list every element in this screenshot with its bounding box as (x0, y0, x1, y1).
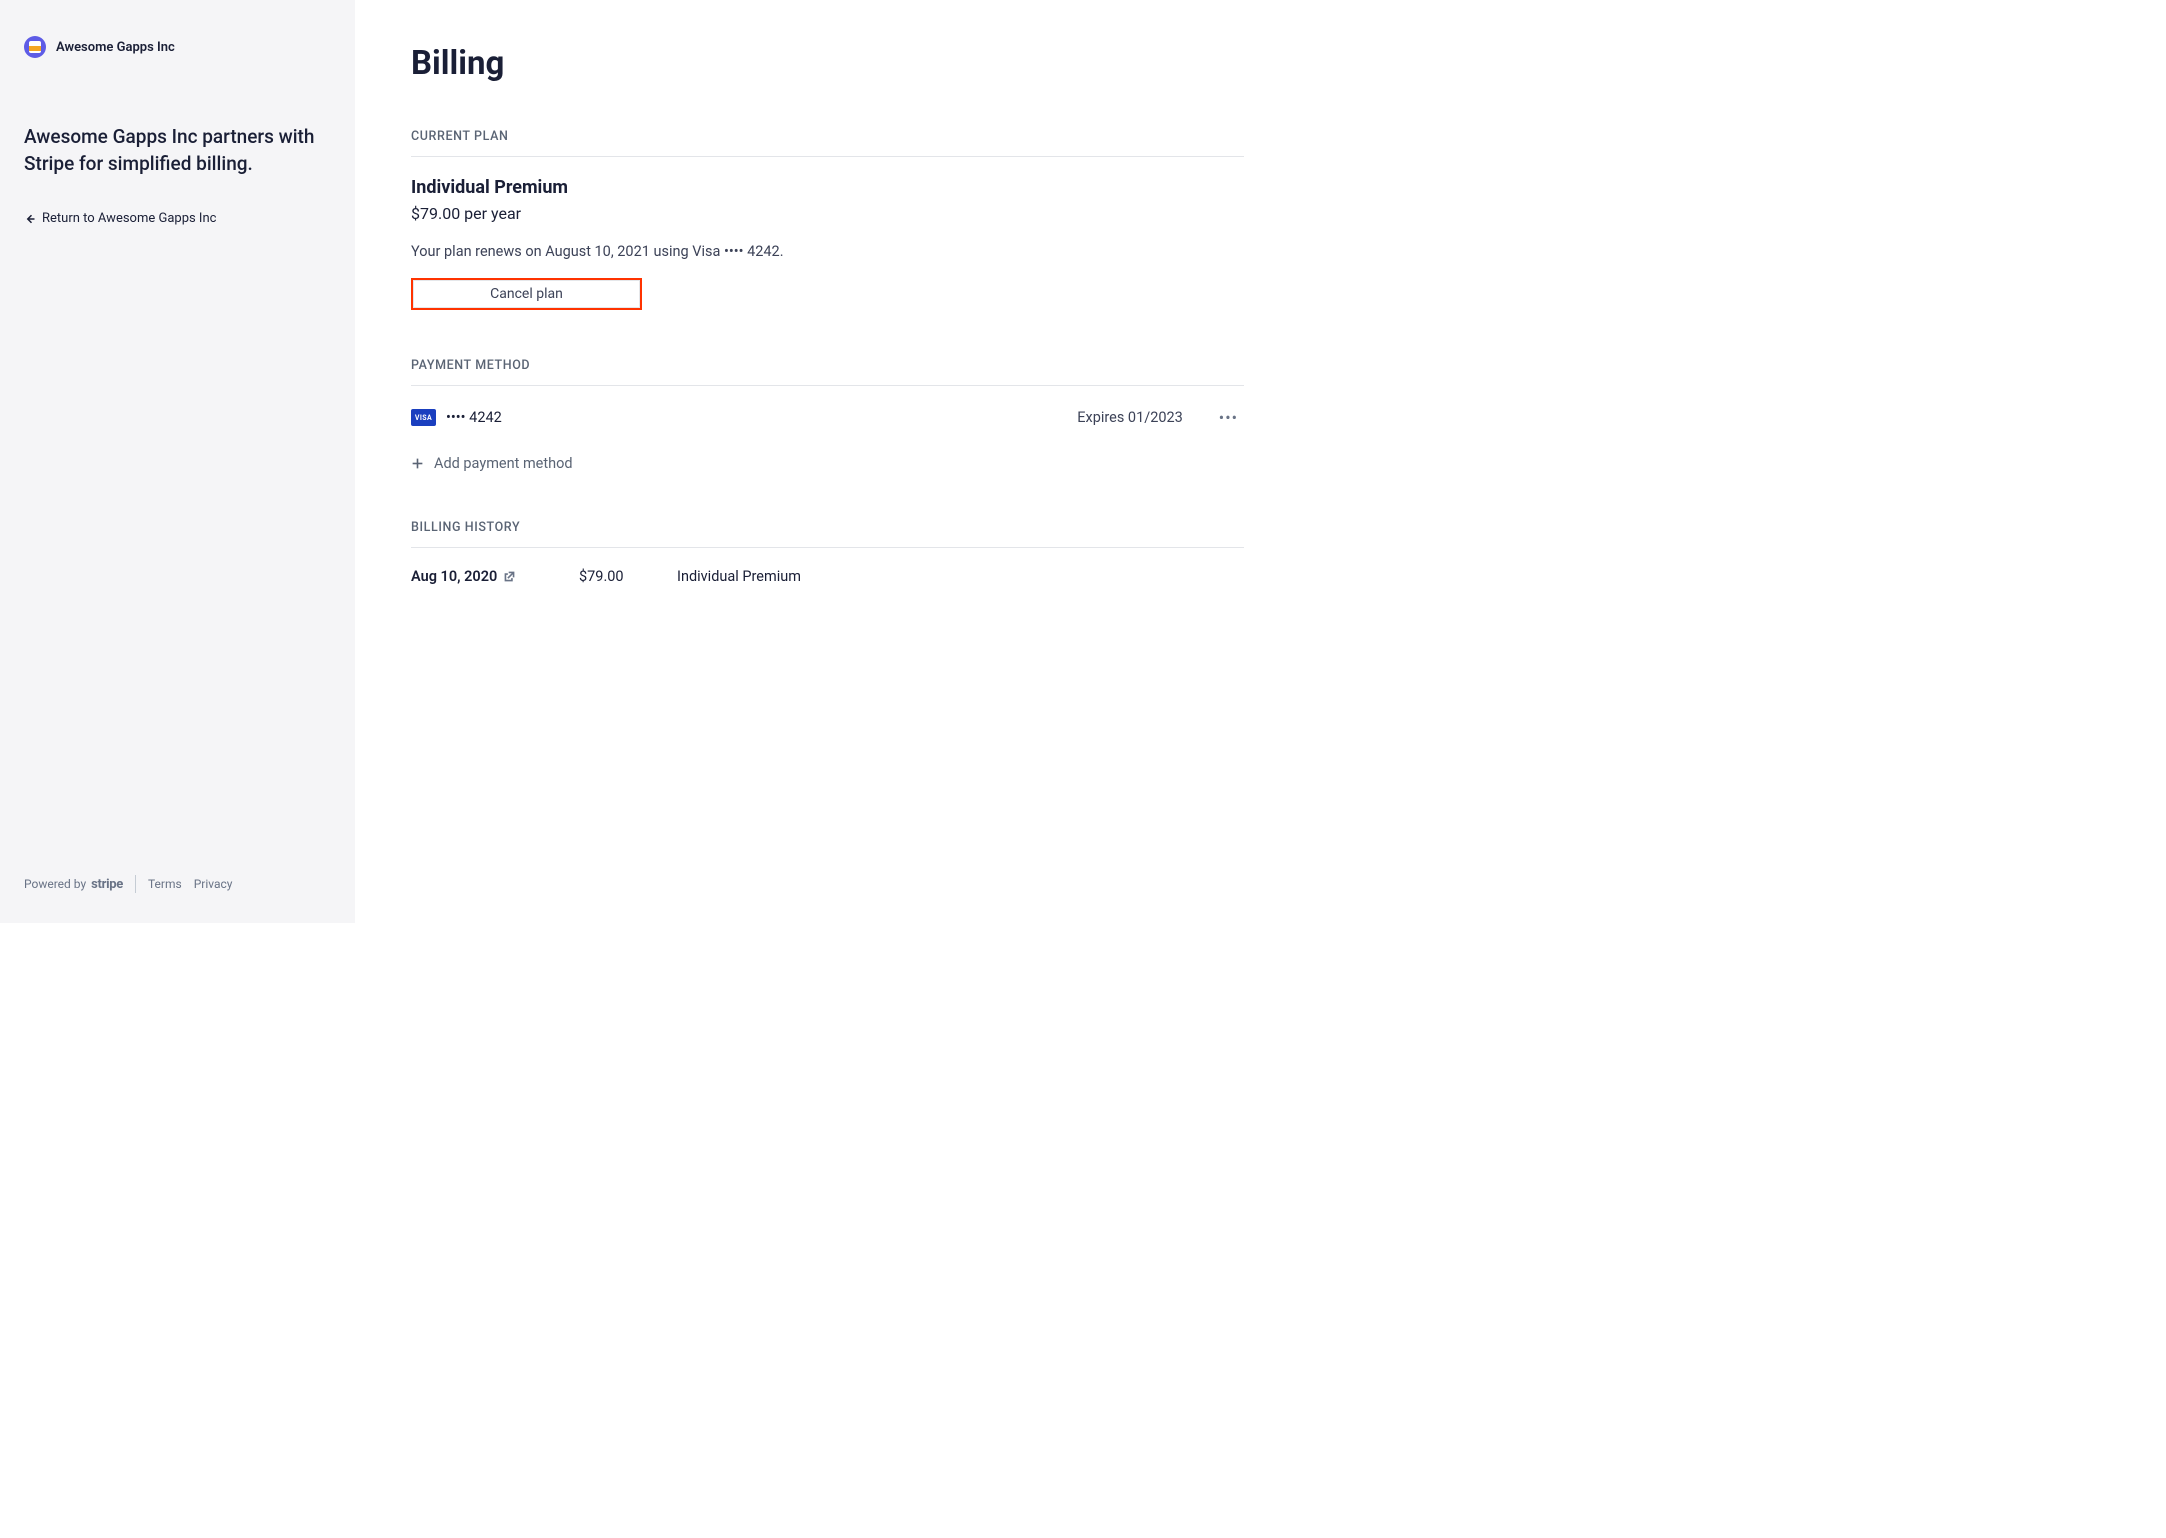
brand-icon (24, 36, 46, 58)
visa-icon: VISA (411, 409, 436, 426)
partner-text: Awesome Gapps Inc partners with Stripe f… (24, 124, 331, 177)
sidebar-panel: Awesome Gapps Inc Awesome Gapps Inc part… (0, 0, 355, 923)
stripe-logo: stripe (91, 877, 123, 892)
plan-name: Individual Premium (411, 177, 1244, 198)
page-title: Billing (411, 44, 1244, 83)
payment-method-label: PAYMENT METHOD (411, 358, 1244, 373)
arrow-left-icon (24, 213, 36, 225)
return-link-label: Return to Awesome Gapps Inc (42, 211, 216, 226)
section-divider (411, 156, 1244, 157)
powered-by: Powered by stripe (24, 877, 123, 892)
card-expiry: Expires 01/2023 (1077, 409, 1183, 426)
powered-by-label: Powered by (24, 877, 86, 891)
section-divider (411, 547, 1244, 548)
billing-history-label: BILLING HISTORY (411, 520, 1244, 535)
current-plan-label: CURRENT PLAN (411, 129, 1244, 144)
return-link[interactable]: Return to Awesome Gapps Inc (24, 211, 331, 226)
terms-link[interactable]: Terms (148, 877, 182, 891)
brand-name: Awesome Gapps Inc (56, 40, 175, 55)
external-link-icon (503, 570, 516, 583)
billing-history-section: BILLING HISTORY Aug 10, 2020 $79.00 Indi… (411, 520, 1244, 585)
payment-card-row: VISA •••• 4242 Expires 01/2023 ••• (411, 406, 1244, 429)
footer-links: Powered by stripe Terms Privacy (24, 875, 331, 899)
cancel-plan-button[interactable]: Cancel plan (411, 278, 642, 310)
add-payment-button[interactable]: Add payment method (411, 455, 1244, 472)
history-date: Aug 10, 2020 (411, 568, 579, 585)
brand-row: Awesome Gapps Inc (24, 36, 331, 58)
history-row[interactable]: Aug 10, 2020 $79.00 Individual Premium (411, 568, 1244, 585)
section-divider (411, 385, 1244, 386)
current-plan-section: CURRENT PLAN Individual Premium $79.00 p… (411, 129, 1244, 310)
footer-divider (135, 875, 136, 893)
plan-renew-text: Your plan renews on August 10, 2021 usin… (411, 243, 1244, 260)
plus-icon (411, 457, 424, 470)
payment-method-section: PAYMENT METHOD VISA •••• 4242 Expires 01… (411, 358, 1244, 472)
history-date-text: Aug 10, 2020 (411, 568, 497, 585)
cancel-plan-label: Cancel plan (490, 286, 563, 302)
card-last4: •••• 4242 (446, 409, 606, 426)
history-desc: Individual Premium (677, 568, 801, 585)
plan-price: $79.00 per year (411, 204, 1244, 223)
history-amount: $79.00 (579, 568, 677, 585)
more-icon[interactable]: ••• (1219, 408, 1238, 427)
add-payment-label: Add payment method (434, 455, 573, 472)
main-panel: Billing CURRENT PLAN Individual Premium … (355, 0, 1300, 923)
privacy-link[interactable]: Privacy (194, 877, 233, 891)
